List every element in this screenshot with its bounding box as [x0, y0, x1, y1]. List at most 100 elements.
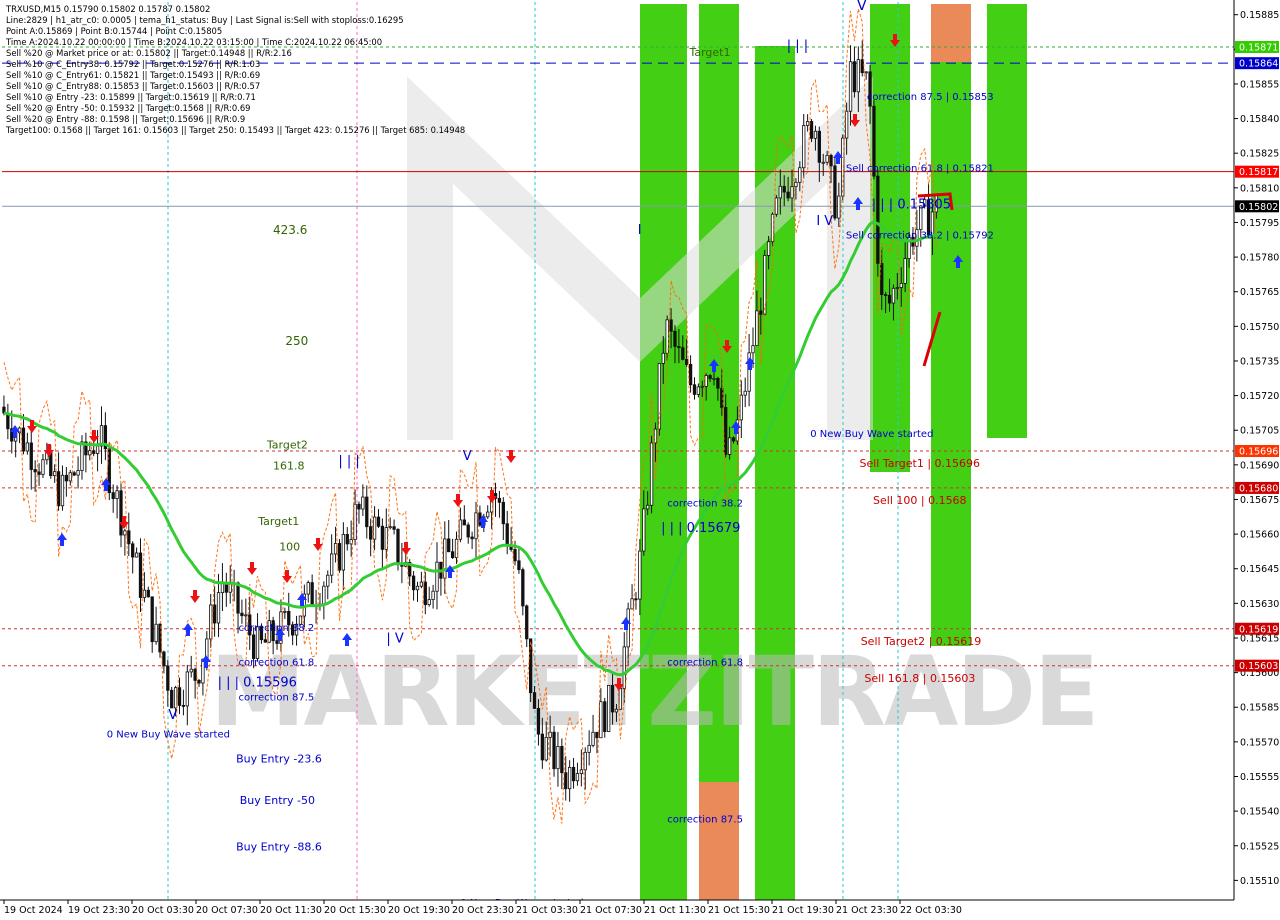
annotation-label: 100: [279, 540, 300, 553]
price-chart[interactable]: MARKETZITRADE 423.6 250 Target2 161.8 Target1…: [0, 0, 1280, 920]
annotation-label: | | |: [338, 454, 359, 469]
candle-body: [755, 310, 759, 347]
candle-body: [88, 450, 92, 456]
candle-body: [579, 769, 583, 774]
candle-body: [201, 658, 205, 684]
candle-body: [56, 471, 61, 507]
info-line-times: Time A:2024.10.22 00:00:00 | Time B:2024…: [6, 37, 383, 47]
price-tick-label: 0.15675: [1240, 495, 1279, 506]
candle-body: [575, 773, 580, 782]
price-tag-label: 0.15603: [1239, 661, 1278, 672]
candle-body: [599, 701, 603, 739]
candle-body: [216, 592, 221, 624]
candle-body: [525, 605, 529, 640]
price-tag-label: 0.15619: [1239, 624, 1278, 635]
info-line-sell-c88: Sell %10 @ C_Entry88: 0.15853 || Target:…: [6, 81, 261, 91]
candle-body: [837, 195, 841, 219]
candle-body: [848, 61, 853, 112]
candle-body: [447, 538, 451, 553]
candle-body: [310, 582, 314, 607]
candle-body: [333, 543, 338, 555]
candle-body: [743, 390, 747, 396]
candle-body: [532, 692, 537, 709]
candle-body: [622, 646, 626, 689]
candle-body: [427, 599, 431, 606]
candle-body: [240, 612, 244, 617]
candle-body: [326, 574, 330, 587]
candle-body: [415, 585, 420, 591]
candle-body: [610, 684, 615, 713]
candle-body: [731, 437, 736, 442]
candle-body: [681, 347, 685, 360]
candle-body: [341, 534, 346, 571]
candle-body: [630, 598, 634, 610]
annotation-label: correction 61.8: [667, 658, 743, 669]
candle-body: [170, 689, 174, 709]
indicator-info-panel: TRXUSD,M15 0.15790 0.15802 0.15787 0.158…: [6, 4, 465, 136]
time-tick-label: 21 Oct 11:30: [644, 905, 706, 916]
candle-body: [778, 185, 782, 199]
time-tick-label: 20 Oct 07:30: [196, 905, 258, 916]
info-line-sell-e88: Sell %20 @ Entry -88: 0.1598 || Target:0…: [6, 114, 246, 124]
price-tick-label: 0.15750: [1240, 322, 1279, 333]
info-line-status: Line:2829 | h1_atr_c0: 0.0005 | tema_h1_…: [6, 15, 404, 25]
price-tick-label: 0.15825: [1240, 149, 1279, 160]
candle-body: [595, 731, 599, 739]
annotation-label: Target1: [257, 515, 299, 528]
time-tick-label: 20 Oct 23:30: [452, 905, 514, 916]
candle-body: [712, 377, 716, 380]
annotation-label: Sell correction 38.2 | 0.15792: [846, 231, 994, 242]
candle-body: [673, 330, 677, 347]
info-line-sell-c38: Sell %10 @ C_Entry38: 0.15792 || Target:…: [6, 59, 261, 69]
candle-body: [790, 186, 794, 199]
candle-body: [251, 634, 256, 659]
candle-body: [209, 604, 213, 640]
candle-body: [809, 121, 814, 139]
info-line-sell-e23: Sell %10 @ Entry -23: 0.15899 || Target:…: [6, 92, 256, 102]
annotation-label: I: [638, 223, 642, 238]
time-tick-label: 21 Oct 19:30: [772, 905, 834, 916]
candle-body: [181, 705, 186, 707]
candle-body: [607, 684, 611, 732]
candle-body: [583, 751, 587, 771]
candle-body: [751, 345, 755, 354]
time-tick-label: 22 Oct 03:30: [900, 905, 962, 916]
price-tick-label: 0.15570: [1240, 737, 1279, 748]
candle-body: [794, 181, 798, 188]
candle-body: [829, 154, 833, 167]
candle-body: [173, 687, 178, 709]
candle-body: [685, 359, 689, 365]
candle-body: [560, 745, 564, 774]
candle-body: [782, 185, 786, 193]
candle-body: [739, 394, 743, 421]
price-tick-label: 0.15540: [1240, 807, 1279, 818]
price-tag-label: 0.15680: [1239, 483, 1278, 494]
candle-body: [123, 530, 127, 536]
annotation-label: 423.6: [273, 223, 307, 237]
price-tick-label: 0.15780: [1240, 253, 1279, 264]
info-line-sell-c61: Sell %10 @ C_Entry61: 0.15821 || Target:…: [6, 70, 261, 80]
annotation-label: 250: [285, 334, 308, 348]
price-tick-label: 0.15765: [1240, 287, 1279, 298]
candle-body: [376, 516, 381, 527]
candle-body: [825, 154, 829, 163]
annotation-label: Buy Entry -50: [240, 794, 315, 807]
price-tick-label: 0.15525: [1240, 841, 1279, 852]
candle-body: [513, 549, 517, 562]
annotation-label: correction 87.5: [239, 692, 315, 703]
time-tick-label: 19 Oct 23:30: [68, 905, 130, 916]
candle-body: [380, 525, 385, 550]
candle-body: [798, 167, 802, 183]
price-tick-label: 0.15705: [1240, 426, 1279, 437]
candle-body: [552, 731, 556, 770]
candle-body: [322, 585, 326, 605]
info-line-symbol: TRXUSD,M15 0.15790 0.15802 0.15787 0.158…: [6, 4, 211, 14]
candle-body: [646, 504, 650, 510]
candle-body: [802, 125, 806, 169]
candle-body: [521, 569, 525, 607]
candle-body: [431, 590, 435, 601]
candle-body: [228, 583, 232, 593]
time-tick-label: 20 Oct 11:30: [260, 905, 322, 916]
candle-body: [419, 581, 424, 587]
price-tag-label: 0.15871: [1239, 43, 1278, 54]
